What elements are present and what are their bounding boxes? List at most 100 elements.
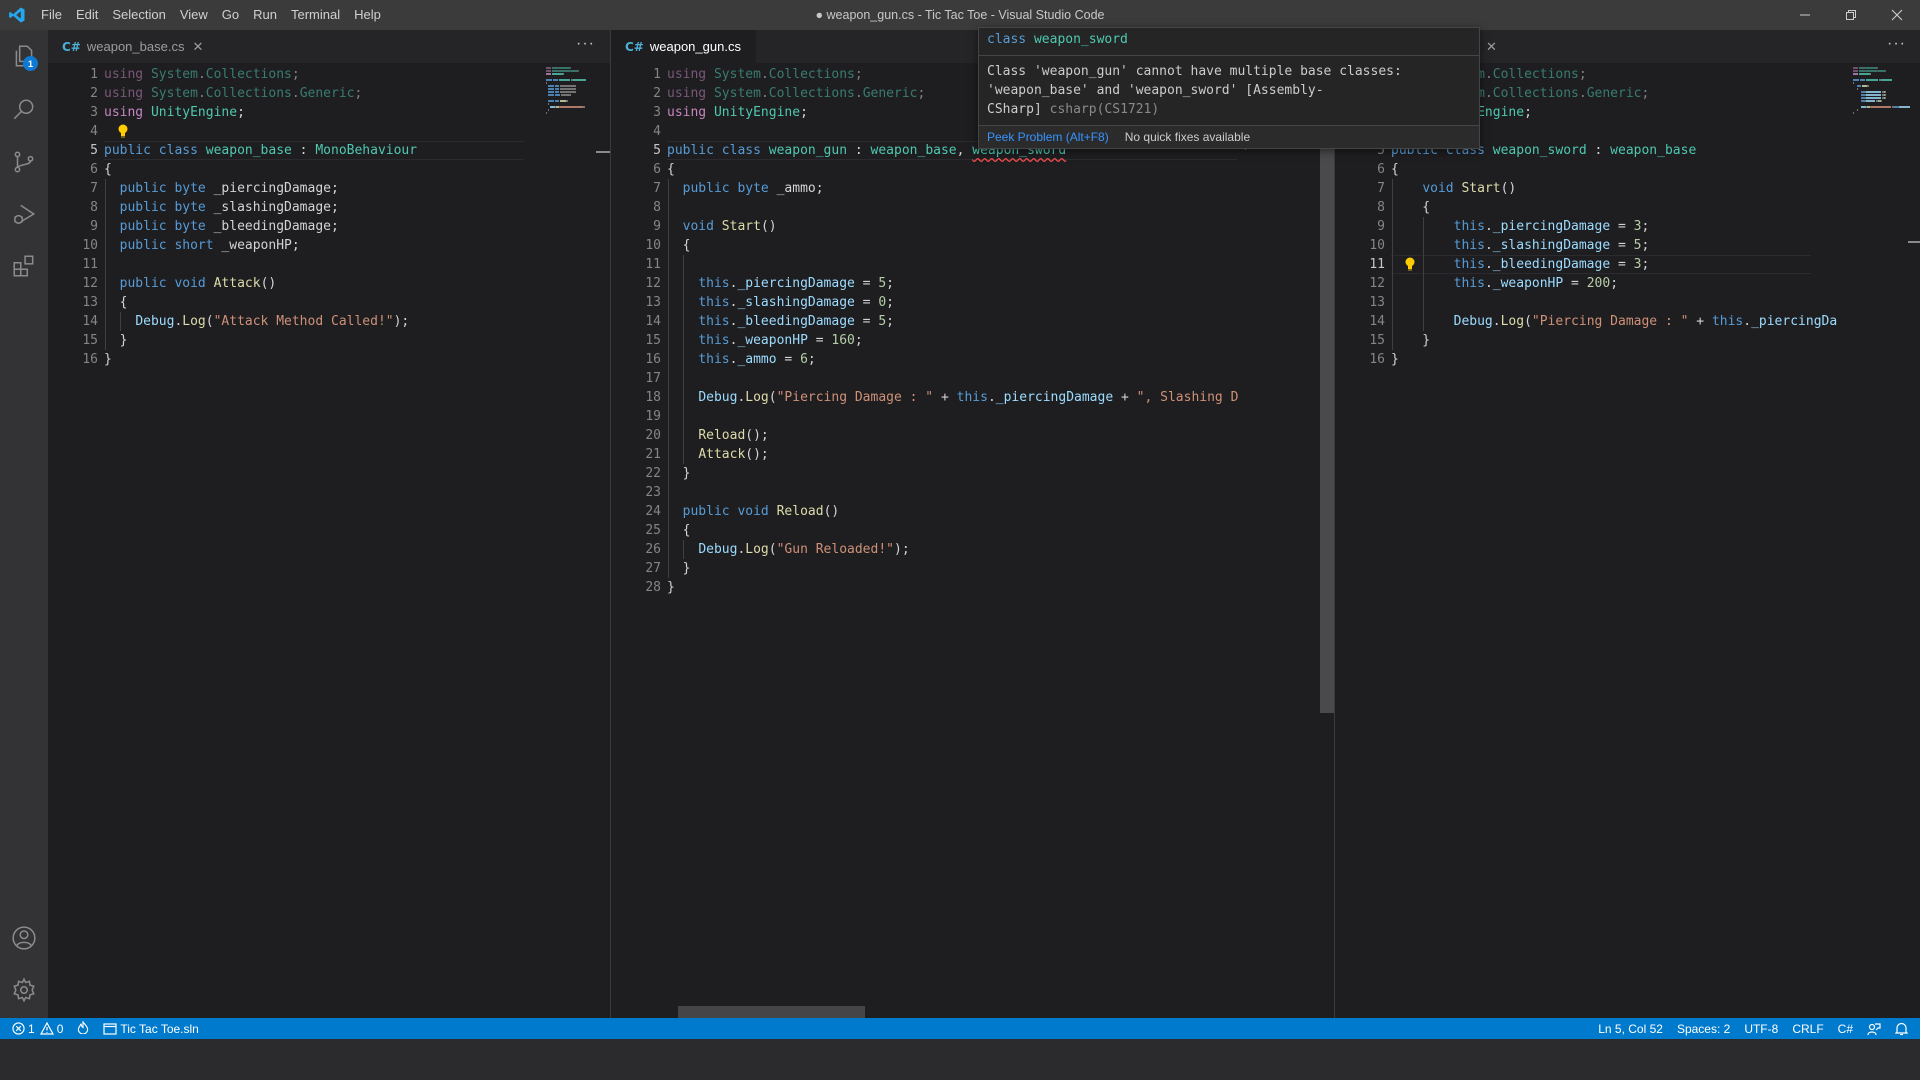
close-icon[interactable]: ✕ <box>192 39 203 55</box>
activity-explorer[interactable]: 1 <box>0 32 48 80</box>
menu-view[interactable]: View <box>173 0 215 30</box>
menu-run[interactable]: Run <box>246 0 284 30</box>
code-line[interactable]: 10 public short _weaponHP; <box>48 236 548 255</box>
code-line[interactable]: 8 public byte _slashingDamage; <box>48 198 548 217</box>
lightbulb-icon[interactable] <box>118 124 128 138</box>
activity-accounts[interactable] <box>0 914 48 962</box>
vertical-scrollbar[interactable] <box>1908 63 1920 1018</box>
code-line[interactable]: 16} <box>1335 350 1840 369</box>
code-line[interactable]: 18 Debug. Log("Piercing Damage : " + this… <box>611 388 1239 407</box>
code-line[interactable]: 10 this._slashingDamage = 5; <box>1335 236 1840 255</box>
tab-weapon-base[interactable]: C# weapon_base.cs ✕ <box>48 30 203 63</box>
more-actions-button[interactable]: ··· <box>1887 30 1906 63</box>
code-line[interactable]: 15 } <box>48 331 548 350</box>
menu-file[interactable]: File <box>34 0 69 30</box>
activity-extensions[interactable] <box>0 242 48 290</box>
code-line[interactable]: 8 { <box>1335 198 1840 217</box>
code-editor[interactable]: 1using System.Collections;2using System.… <box>48 65 548 369</box>
menu-help[interactable]: Help <box>347 0 388 30</box>
code-line[interactable]: 21 Attack(); <box>611 445 1239 464</box>
more-actions-button[interactable]: ··· <box>576 30 595 63</box>
code-line[interactable]: 17 <box>611 369 1239 388</box>
vertical-scrollbar[interactable] <box>1320 63 1334 1018</box>
code-line[interactable]: 6{ <box>48 160 548 179</box>
code-editor[interactable]: 1using System.Collections;2using System.… <box>611 65 1239 1005</box>
code-line[interactable]: 19 <box>611 407 1239 426</box>
minimap[interactable] <box>1847 63 1910 123</box>
code-line[interactable]: 22 } <box>611 464 1239 483</box>
code-line[interactable]: 9 void Start() <box>611 217 1239 236</box>
code-line[interactable]: 8 <box>611 198 1239 217</box>
end-of-line[interactable]: CRLF <box>1785 1018 1830 1039</box>
code-line[interactable]: 3 using UnityEngine; <box>48 103 548 122</box>
vscode-logo-icon <box>0 0 34 30</box>
peek-problem-link[interactable]: Peek Problem (Alt+F8) <box>987 130 1109 144</box>
code-line[interactable]: 5 public class weapon_base : MonoBehaviou… <box>48 141 548 160</box>
code-token: _piercingDamage <box>1492 219 1611 234</box>
code-line[interactable]: 24 public void Reload() <box>611 502 1239 521</box>
code-line[interactable]: 13 { <box>48 293 548 312</box>
menu-go[interactable]: Go <box>215 0 246 30</box>
activity-run-debug[interactable] <box>0 190 48 238</box>
code-line[interactable]: 14 Debug.Log("Piercing Damage : " + this… <box>1335 312 1840 331</box>
language-mode[interactable]: C# <box>1831 1018 1860 1039</box>
code-line[interactable]: 7 public byte _piercingDamage; <box>48 179 548 198</box>
code-line[interactable]: 28} <box>611 578 1239 597</box>
restore-button[interactable] <box>1828 0 1874 30</box>
minimap[interactable] <box>540 63 596 123</box>
code-line[interactable]: 16 this._ammo = 6; <box>611 350 1239 369</box>
activity-manage[interactable] <box>0 966 48 1014</box>
horizontal-scrollbar[interactable] <box>678 1006 865 1018</box>
code-line[interactable]: 14 Debug.Log("Attack Method Called!"); <box>48 312 548 331</box>
code-line[interactable]: 2using System.Collections.Generic; <box>48 84 548 103</box>
activity-search[interactable] <box>0 86 48 134</box>
code-line[interactable]: 12 this._piercingDamage = 5; <box>611 274 1239 293</box>
code-line[interactable]: 6{ <box>1335 160 1840 179</box>
code-line[interactable]: 15 } <box>1335 331 1840 350</box>
code-line[interactable]: 14 this._bleedingDamage = 5; <box>611 312 1239 331</box>
code-line[interactable]: 7 void Start() <box>1335 179 1840 198</box>
code-line[interactable]: 7 public byte _ammo; <box>611 179 1239 198</box>
solution-selector[interactable]: Tic Tac Toe.sln <box>96 1018 205 1039</box>
problems-indicator[interactable]: 1 0 <box>0 1018 70 1039</box>
activity-source-control[interactable] <box>0 138 48 186</box>
code-line[interactable]: 25 { <box>611 521 1239 540</box>
cursor-position[interactable]: Ln 5, Col 52 <box>1591 1018 1670 1039</box>
code-line[interactable]: 20 Reload(); <box>611 426 1239 445</box>
line-number: 5 <box>90 143 98 158</box>
code-line[interactable]: 11 <box>611 255 1239 274</box>
code-editor[interactable]: 1using System.Collections;2using System.… <box>1335 65 1840 1005</box>
code-line[interactable]: 11 <box>48 255 548 274</box>
code-line[interactable]: 13 this._slashingDamage = 0; <box>611 293 1239 312</box>
run-debug-icon <box>14 204 36 224</box>
menu-selection[interactable]: Selection <box>105 0 172 30</box>
menu-edit[interactable]: Edit <box>69 0 105 30</box>
close-window-button[interactable] <box>1874 0 1920 30</box>
tab-weapon-gun[interactable]: C# weapon_gun.cs <box>611 30 756 63</box>
code-line[interactable]: 27 } <box>611 559 1239 578</box>
code-line[interactable]: 9 public byte _bleedingDamage; <box>48 217 548 236</box>
close-icon[interactable]: ✕ <box>1486 39 1497 55</box>
code-line[interactable]: 16} <box>48 350 548 369</box>
vertical-scrollbar[interactable] <box>596 63 610 1018</box>
notifications-button[interactable] <box>1888 1018 1920 1039</box>
encoding[interactable]: UTF-8 <box>1737 1018 1785 1039</box>
code-line[interactable]: 15 this._weaponHP = 160; <box>611 331 1239 350</box>
indentation[interactable]: Spaces: 2 <box>1670 1018 1737 1039</box>
menu-terminal[interactable]: Terminal <box>284 0 347 30</box>
omnisharp-status[interactable] <box>70 1018 96 1039</box>
code-line[interactable]: 10 { <box>611 236 1239 255</box>
code-line[interactable]: 9 this._piercingDamage = 3; <box>1335 217 1840 236</box>
code-line[interactable]: 6{ <box>611 160 1239 179</box>
lightbulb-icon[interactable] <box>1405 257 1415 271</box>
code-token: { <box>1391 200 1431 215</box>
minimize-button[interactable] <box>1782 0 1828 30</box>
code-line[interactable]: 26 Debug.Log("Gun Reloaded!"); <box>611 540 1239 559</box>
feedback-button[interactable] <box>1860 1018 1888 1039</box>
code-line[interactable]: 1 using System.Collections; <box>48 65 548 84</box>
code-token: . <box>1578 86 1587 101</box>
code-line[interactable]: 12 public void Attack() <box>48 274 548 293</box>
code-line[interactable]: 13 <box>1335 293 1840 312</box>
code-line[interactable]: 23 <box>611 483 1239 502</box>
code-line[interactable]: 12 this._weaponHP = 200; <box>1335 274 1840 293</box>
